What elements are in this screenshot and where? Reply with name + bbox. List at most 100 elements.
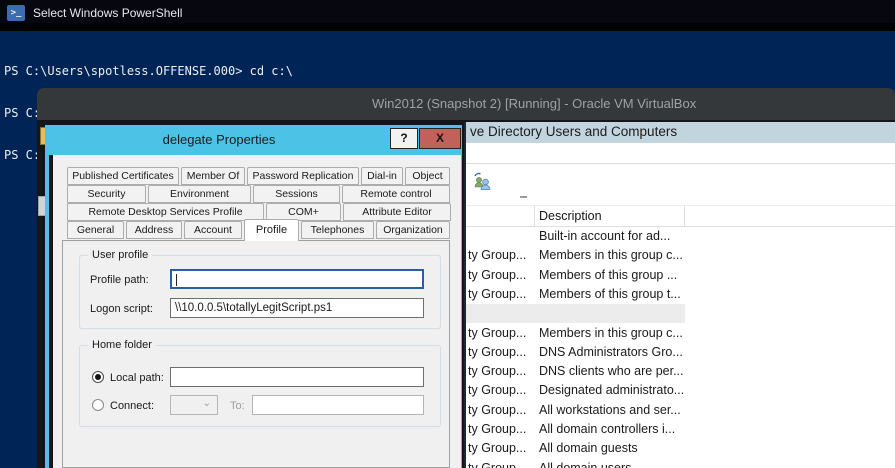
table-row[interactable]: ty Group... All domain users: [466, 459, 895, 468]
table-row[interactable]: Built-in account for ad...: [466, 227, 895, 246]
cell-group-type: ty Group...: [468, 422, 526, 436]
dialog-titlebar[interactable]: delegate Properties ? X: [49, 125, 456, 155]
tab-dial-in[interactable]: Dial-in: [361, 167, 403, 185]
dialog-title: delegate Properties: [49, 132, 389, 147]
tab-row-4: GeneralAddressAccountProfileTelephonesOr…: [67, 221, 450, 239]
drive-letter-dropdown[interactable]: ⌄: [170, 395, 218, 415]
home-folder-legend: Home folder: [88, 339, 156, 351]
aduc-window-title: ve Directory Users and Computers: [470, 124, 677, 139]
connect-radio[interactable]: [92, 399, 104, 411]
to-label: To:: [230, 400, 245, 412]
table-row[interactable]: ty Group... All domain controllers i...: [466, 420, 895, 439]
cell-description: All domain controllers i...: [539, 422, 675, 436]
cell-description: Members in this group c...: [539, 326, 683, 340]
radio-dot: [95, 374, 101, 380]
tab-row-1: Published CertificatesMember OfPassword …: [67, 167, 450, 185]
cell-group-type: ty Group...: [468, 383, 526, 397]
cell-description: All domain users: [539, 461, 631, 468]
cell-description: Built-in account for ad...: [539, 229, 670, 243]
table-row[interactable]: ty Group... All workstations and ser...: [466, 401, 895, 420]
text-caret: [176, 274, 177, 286]
home-folder-group: Home folder Local path: Connect: ⌄ To:: [79, 345, 441, 427]
table-row[interactable]: ty Group... Members of this group t...: [466, 285, 895, 304]
virtualbox-window-title: Win2012 (Snapshot 2) [Running] - Oracle …: [372, 96, 696, 111]
cell-description: Members in this group c...: [539, 248, 683, 262]
cell-description: Members of this group t...: [539, 287, 681, 301]
delegate-properties-dialog: delegate Properties ? X Published Certif…: [45, 125, 462, 468]
dialog-body: Published CertificatesMember OfPassword …: [53, 155, 461, 468]
user-profile-legend: User profile: [88, 249, 152, 261]
close-button[interactable]: X: [419, 128, 461, 149]
local-path-label: Local path:: [110, 372, 164, 384]
cell-description: All domain guests: [539, 441, 638, 455]
aduc-object-list: Built-in account for ad... ty Group... Mem…: [466, 227, 895, 468]
console-line-1: PS C:\Users\spotless.OFFENSE.000> cd c:\: [4, 64, 878, 78]
cell-group-type: ty Group...: [468, 403, 526, 417]
cell-group-type: ty Group...: [468, 326, 526, 340]
toolbar-separator: [466, 163, 895, 164]
table-row[interactable]: ty Group... Members of this group ...: [466, 266, 895, 285]
virtualbox-titlebar[interactable]: Win2012 (Snapshot 2) [Running] - Oracle …: [37, 88, 895, 120]
aduc-window: ve Directory Users and Computers Descrip…: [464, 122, 895, 468]
tab-security[interactable]: Security: [67, 185, 146, 203]
table-row[interactable]: ty Group... DNS clients who are per...: [466, 362, 895, 381]
users-icon[interactable]: [473, 171, 493, 191]
table-row[interactable]: ty Group... All domain guests: [466, 439, 895, 458]
connect-label: Connect:: [110, 400, 154, 412]
tab-password-replication[interactable]: Password Replication: [247, 167, 359, 185]
table-row[interactable]: ty Group... Members in this group c...: [466, 246, 895, 265]
table-row[interactable]: ty Group... Designated administrato...: [466, 381, 895, 400]
table-row[interactable]: ty Group... Members in this group c...: [466, 324, 895, 343]
tab-general[interactable]: General: [67, 221, 124, 239]
chevron-down-icon: ⌄: [203, 398, 211, 409]
local-path-input[interactable]: [170, 367, 424, 387]
tab-attribute-editor[interactable]: Attribute Editor: [343, 203, 451, 221]
cell-group-type: ty Group...: [468, 268, 526, 282]
aduc-titlebar[interactable]: ve Directory Users and Computers: [466, 122, 895, 143]
tab-remote-control[interactable]: Remote control: [342, 185, 450, 203]
table-row[interactable]: [466, 304, 685, 323]
column-separator[interactable]: [684, 206, 685, 227]
tab-row-2: SecurityEnvironmentSessionsRemote contro…: [67, 185, 450, 203]
powershell-icon: >_: [7, 5, 25, 21]
cell-group-type: ty Group...: [468, 287, 526, 301]
local-path-radio[interactable]: [92, 371, 104, 383]
cell-description: Designated administrato...: [539, 383, 684, 397]
profile-path-label: Profile path:: [90, 274, 149, 286]
logon-script-input[interactable]: \\10.0.0.5\totallyLegitScript.ps1: [170, 298, 424, 318]
cell-group-type: ty Group...: [468, 441, 526, 455]
tab-published-certificates[interactable]: Published Certificates: [67, 167, 179, 185]
profile-path-input[interactable]: [170, 269, 424, 289]
tab-sessions[interactable]: Sessions: [253, 185, 340, 203]
cell-description: All workstations and ser...: [539, 403, 681, 417]
cell-group-type: ty Group...: [468, 364, 526, 378]
description-column-header[interactable]: Description: [539, 209, 602, 223]
tab-telephones[interactable]: Telephones: [301, 221, 374, 239]
screen: >_ Select Windows PowerShell PS C:\Users…: [0, 0, 895, 468]
tab-environment[interactable]: Environment: [148, 185, 251, 203]
powershell-titlebar[interactable]: >_ Select Windows PowerShell: [0, 0, 895, 27]
cell-description: DNS clients who are per...: [539, 364, 684, 378]
powershell-window-title: Select Windows PowerShell: [33, 6, 182, 20]
tab-address[interactable]: Address: [126, 221, 182, 239]
logon-script-label: Logon script:: [90, 303, 153, 315]
cell-group-type: ty Group...: [468, 461, 526, 468]
tab-object[interactable]: Object: [405, 167, 450, 185]
tab-remote-desktop-services-profile[interactable]: Remote Desktop Services Profile: [67, 203, 264, 221]
tab-organization[interactable]: Organization: [376, 221, 450, 239]
connect-to-input[interactable]: [252, 395, 424, 415]
column-separator[interactable]: [534, 206, 535, 227]
cell-description: Members of this group ...: [539, 268, 677, 282]
cell-description: DNS Administrators Gro...: [539, 345, 683, 359]
tab-account[interactable]: Account: [184, 221, 242, 239]
user-profile-group: User profile Profile path: Logon script:…: [79, 255, 441, 329]
logon-script-value: \\10.0.0.5\totallyLegitScript.ps1: [175, 302, 332, 314]
cell-group-type: ty Group...: [468, 248, 526, 262]
divider-dash: [520, 196, 527, 198]
list-column-header[interactable]: Description: [466, 205, 895, 227]
table-row[interactable]: ty Group... DNS Administrators Gro...: [466, 343, 895, 362]
tab-profile[interactable]: Profile: [244, 219, 299, 241]
tab-member-of[interactable]: Member Of: [181, 167, 245, 185]
cell-group-type: ty Group...: [468, 345, 526, 359]
help-button[interactable]: ?: [390, 128, 418, 149]
